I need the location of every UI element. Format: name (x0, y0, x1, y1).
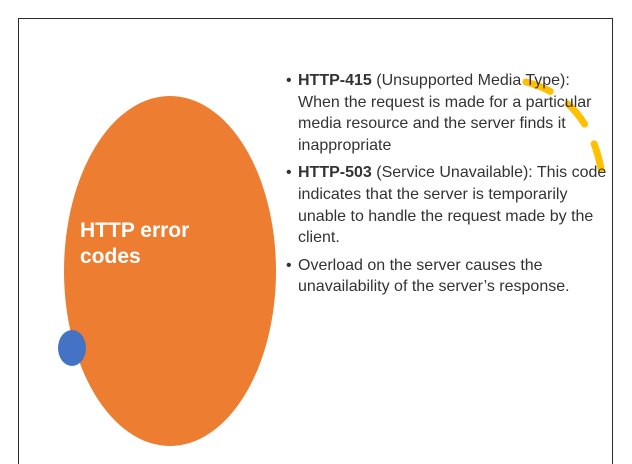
bullet-list: HTTP-415 (Unsupported Media Type): When … (286, 70, 616, 304)
bullet-item: HTTP-503 (Service Unavailable): This cod… (286, 162, 616, 248)
orange-ellipse (64, 96, 276, 446)
blue-dot (58, 330, 86, 366)
bullet-item: Overload on the server causes the unavai… (286, 255, 616, 298)
bullet-code: HTTP-415 (298, 72, 372, 89)
slide: HTTP error codes HTTP-415 (Unsupported M… (0, 0, 632, 464)
bullet-item: HTTP-415 (Unsupported Media Type): When … (286, 70, 616, 156)
bullet-code: HTTP-503 (298, 164, 372, 182)
bullet-text: Overload on the server causes the unavai… (298, 256, 570, 296)
slide-title: HTTP error codes (80, 219, 190, 268)
